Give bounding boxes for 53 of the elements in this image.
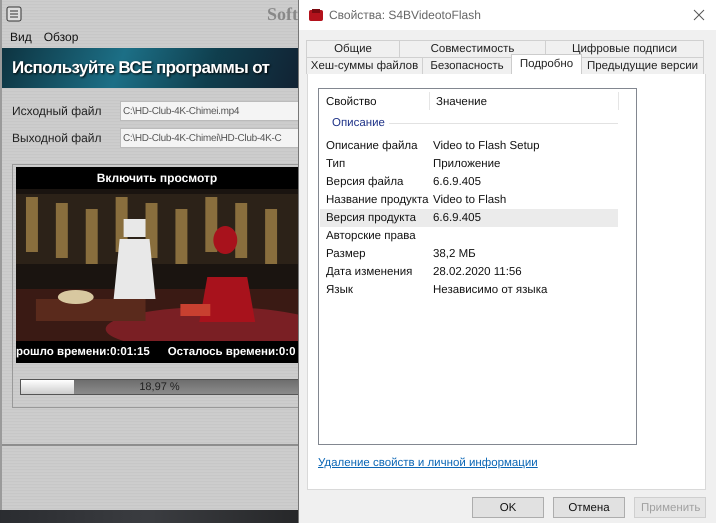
dialog-title: Свойства: S4BVideotoFlash xyxy=(329,8,482,22)
dialog-button[interactable]: OK xyxy=(472,497,544,518)
field-label: Исходный файл xyxy=(12,104,102,118)
column-header[interactable]: Свойство xyxy=(320,92,430,110)
property-name: Размер xyxy=(325,248,367,260)
property-value: 28.02.2020 11:56 xyxy=(433,266,522,278)
property-row[interactable]: Описание файла Video to Flash Setup xyxy=(320,137,618,155)
property-row[interactable]: Версия продукта 6.6.9.405 xyxy=(320,209,618,227)
property-row[interactable]: Дата изменения 28.02.2020 11:56 xyxy=(320,263,618,281)
property-value: Независимо от языка xyxy=(433,284,548,296)
property-name: Авторские права xyxy=(325,230,417,242)
property-name: Название продукта xyxy=(325,194,430,206)
menu-item[interactable]: Вид xyxy=(10,30,32,44)
tab[interactable]: Подробно xyxy=(511,54,582,74)
tab[interactable]: Цифровые подписи xyxy=(545,40,704,57)
group-header: Описание xyxy=(332,117,385,129)
property-row[interactable]: Тип Приложение xyxy=(320,155,618,173)
window-title: Soft xyxy=(267,4,298,24)
property-row[interactable]: Размер 38,2 МБ xyxy=(320,245,618,263)
property-name: Версия файла xyxy=(325,176,404,188)
remove-properties-link[interactable]: Удаление свойств и личной информации xyxy=(318,457,538,469)
column-header[interactable]: Значение xyxy=(430,92,487,110)
property-name: Дата изменения xyxy=(325,266,414,278)
property-row[interactable]: Версия файла 6.6.9.405 xyxy=(320,173,618,191)
close-icon[interactable] xyxy=(692,8,706,22)
property-value: 6.6.9.405 xyxy=(433,212,481,224)
preview-toggle-button[interactable]: Включить просмотр xyxy=(16,167,298,189)
progress-reading: 18,97 % xyxy=(138,380,181,394)
property-name: Версия продукта xyxy=(325,212,417,224)
banner-text: Используйте ВСЕ программы от xyxy=(12,58,270,78)
field-label: Выходной файл xyxy=(12,131,102,145)
property-row[interactable]: Язык Независимо от языка xyxy=(320,281,618,299)
property-name: Язык xyxy=(325,284,354,296)
property-row[interactable]: Авторские права xyxy=(320,227,618,245)
property-value: 38,2 МБ xyxy=(433,248,476,260)
elapsed-time: рошло времени:0:01:15 xyxy=(16,346,150,358)
property-value: Video to Flash Setup xyxy=(433,140,540,152)
window-menu-icon[interactable] xyxy=(6,6,22,22)
remaining-time: Осталось времени:0:0 xyxy=(168,346,296,358)
file-path-field[interactable]: C:\HD-Club-4K-Chimei\HD-Club-4K-C xyxy=(120,128,298,148)
property-name: Описание файла xyxy=(325,140,418,152)
tab[interactable]: Предыдущие версии xyxy=(581,57,704,74)
tab[interactable]: Общие xyxy=(306,40,400,57)
app-icon xyxy=(309,9,323,21)
file-path-field[interactable]: C:\HD-Club-4K-Chimei.mp4 xyxy=(120,101,298,121)
menu-item[interactable]: Обзор xyxy=(44,30,78,44)
property-value: Video to Flash xyxy=(433,194,506,206)
property-name: Тип xyxy=(325,158,346,170)
property-value: 6.6.9.405 xyxy=(433,176,481,188)
property-row[interactable]: Название продукта Video to Flash xyxy=(320,191,618,209)
property-value: Приложение xyxy=(433,158,500,170)
tab[interactable]: Хеш-суммы файлов xyxy=(306,57,423,74)
dialog-button[interactable]: Отмена xyxy=(553,497,625,518)
